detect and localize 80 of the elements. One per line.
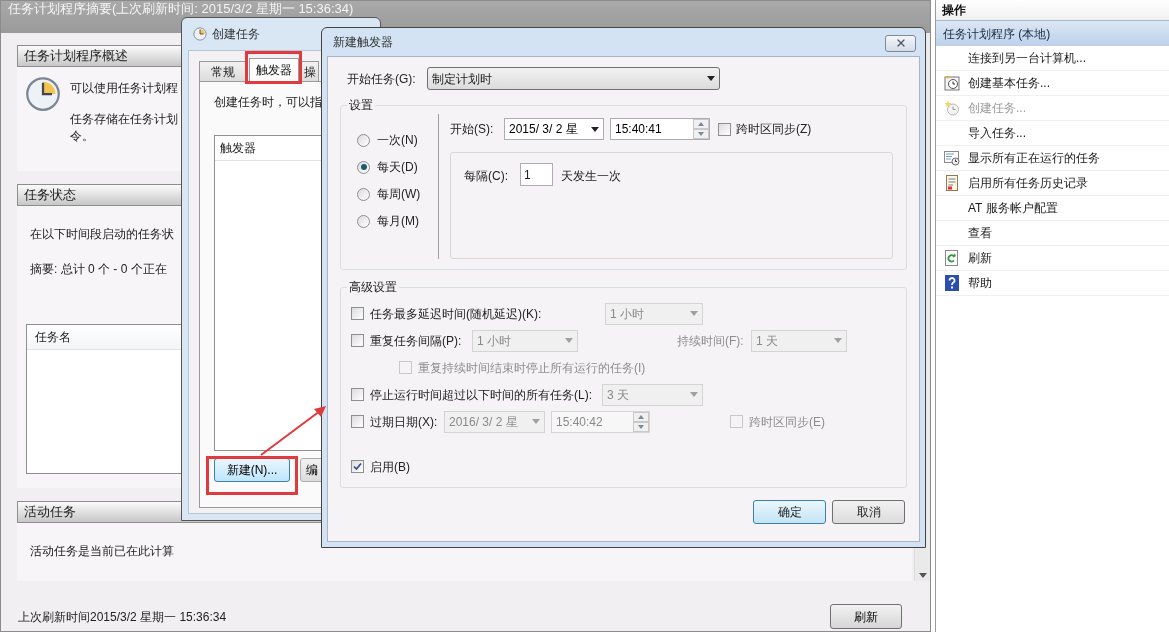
clock-icon [25,76,61,112]
window-clock-icon [193,27,207,41]
checkbox[interactable] [351,460,364,473]
calendar-clock-icon [944,75,960,91]
start-date-field[interactable]: 2015/ 3/ 2 星 [504,118,604,140]
refresh-button[interactable]: 刷新 [830,604,902,629]
dialog-title: 新建触发器 [333,34,393,51]
start-label: 开始(S): [450,121,495,138]
tab[interactable]: 触发器 [249,58,299,81]
column-header[interactable]: 任务名 [27,328,79,346]
recur-label: 每隔(C): [464,168,509,185]
spinner-icon[interactable] [633,411,649,432]
actions-group-header[interactable]: 任务计划程序 (本地) [936,21,1169,46]
group-title: 高级设置 [348,279,398,296]
window-title: 创建任务 [212,26,260,43]
task-list-clock-icon [944,150,960,166]
recur-input[interactable]: 1 [520,163,553,186]
caret-icon [690,311,698,316]
highlight-frame [245,51,302,84]
time-field[interactable]: 15:40:41 [610,118,710,140]
begin-dropdown[interactable]: 制定计划时 [427,67,720,90]
section-text: 在以下时间段启动的任务状 [30,226,175,243]
caret-icon [532,419,540,424]
action-item[interactable]: AT 服务帐户配置 [968,199,1058,217]
begin-label: 开始任务(G): [347,70,417,88]
section-title: 任务状态 [24,186,76,205]
tab-description: 创建任务时，可以指 [214,94,323,111]
action-item[interactable]: 连接到另一台计算机... [968,49,1086,67]
checkbox-label: 任务最多延迟时间(随机延迟)(K): [370,305,543,323]
checkbox-label: 过期日期(X): [370,413,439,431]
pane-title: 操作 [942,2,966,19]
history-document-icon [944,175,960,191]
caret-icon [690,392,698,397]
radio-button[interactable] [357,160,370,174]
checkbox[interactable] [718,122,731,136]
caret-icon [591,126,599,132]
action-item[interactable]: 创建基本任务... [968,74,1050,92]
caret-icon [707,76,715,81]
caret-icon [565,338,573,343]
section-text: 可以使用任务计划程 [70,80,178,97]
section-text: 任务存储在任务计划 令。 [70,111,178,145]
action-item[interactable]: 显示所有正在运行的任务 [968,149,1100,167]
radio-label: 每月(M) [377,213,419,230]
close-button[interactable] [885,34,916,52]
section-title: 任务计划程序概述 [24,47,128,66]
duration-label: 持续时间(F): [677,332,745,350]
column-header[interactable]: 触发器 [215,139,261,157]
radio-label: 每周(W) [377,186,421,203]
radio-label: 一次(N) [377,132,418,149]
cancel-button[interactable]: 取消 [832,500,905,524]
action-item[interactable]: 帮助 [968,274,992,292]
group-title: 设置 [348,97,374,114]
ok-button[interactable]: 确定 [753,500,826,524]
last-refresh-text: 上次刷新时间2015/3/2 星期一 15:36:34 [18,608,227,626]
refresh-icon [944,250,960,266]
section-text: 活动任务是当前已在此计算 [30,543,174,560]
caret-icon [918,573,927,578]
action-item[interactable]: 导入任务... [968,124,1026,142]
checkbox-label: 重复任务间隔(P): [370,332,463,350]
section-text: 摘要: 总计 0 个 - 0 个正在 [30,261,168,278]
radio-button[interactable] [357,133,370,147]
action-item[interactable]: 刷新 [968,249,992,267]
checkbox-label: 停止运行时间超过以下时间的所有任务(L): [370,386,593,404]
recur-unit: 天发生一次 [561,168,621,185]
help-icon [945,275,959,291]
checkbox-label: 重复持续时间结束时停止所有运行的任务(I) [418,359,646,377]
checkbox-label: 启用(B) [370,458,410,476]
arrow [258,404,328,458]
new-button[interactable]: 新建(N)... [214,458,290,482]
caret-icon [834,338,842,343]
radio-button[interactable] [357,187,370,201]
radio-label: 每天(D) [377,159,418,176]
checkbox-label: 跨时区同步(E) [749,413,825,431]
radio-button[interactable] [357,214,370,228]
action-item[interactable]: 启用所有任务历史记录 [968,174,1088,192]
checkbox-label: 跨时区同步(Z) [736,121,812,138]
section-title: 活动任务 [24,503,76,522]
spinner-icon[interactable] [693,119,709,139]
tab[interactable]: 常规 [199,61,247,81]
action-item[interactable]: 查看 [968,224,992,242]
